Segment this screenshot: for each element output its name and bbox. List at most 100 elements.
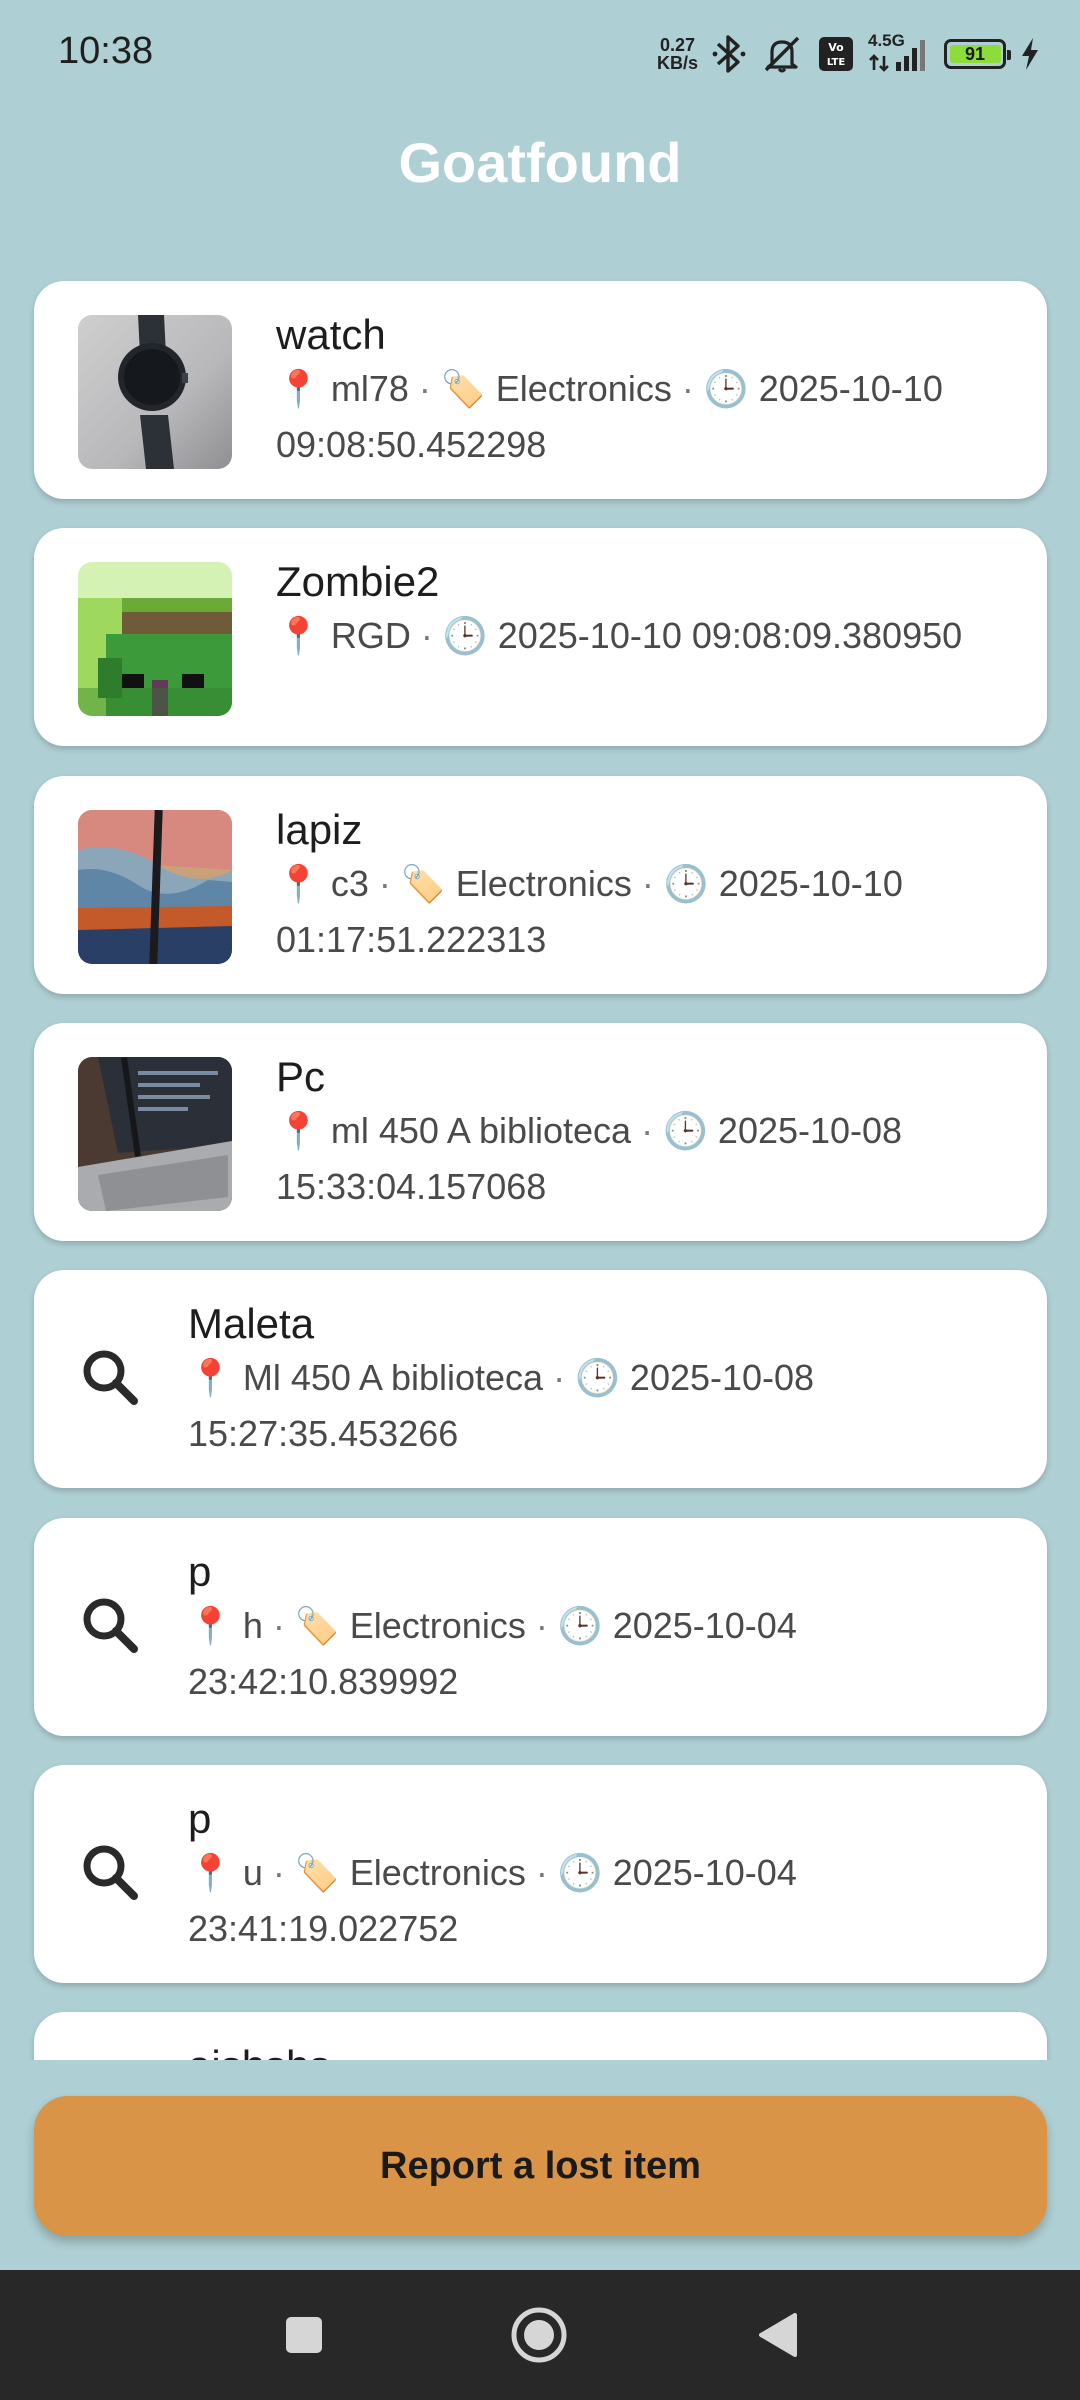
item-meta: 📍 u · 🏷️ Electronics · 🕒 2025-10-04 23:4… [188,1845,1007,1956]
clock-icon: 🕒 [575,1358,620,1399]
status-bar: 10:38 0.27 KB/s Vo LTE 4.5G 91 [0,0,1080,110]
item-category: Electronics [349,1605,526,1646]
status-time: 10:38 [58,30,154,72]
item-card-p-2[interactable]: p 📍 u · 🏷️ Electronics · 🕒 2025-10-04 23… [34,1765,1047,1983]
battery-level: 91 [964,43,986,64]
item-details: watch 📍 ml78 · 🏷️ Electronics · 🕒 2025-1… [276,309,1007,472]
item-name: p [188,1795,212,1842]
item-meta: 📍 RGD · 🕒 2025-10-10 09:08:09.380950 [276,608,1007,664]
location-pin-icon: 📍 [188,1606,233,1647]
item-card-maleta[interactable]: Maleta 📍 Ml 450 A biblioteca · 🕒 2025-10… [34,1270,1047,1488]
item-photo-watch [78,315,232,469]
search-icon [78,1840,144,1906]
item-card-watch[interactable]: watch 📍 ml78 · 🏷️ Electronics · 🕒 2025-1… [34,281,1047,499]
meta-separator: · [681,368,694,409]
battery-icon: 91 [944,39,1011,69]
item-details: Maleta 📍 Ml 450 A biblioteca · 🕒 2025-10… [188,1298,1007,1461]
item-location: ml 450 A biblioteca [330,1110,632,1151]
item-meta: 📍 h · 🏷️ Electronics · 🕒 2025-10-04 23:4… [188,1598,1007,1709]
item-location: u [242,1852,263,1893]
volte-icon: Vo LTE [819,37,853,71]
item-details: p 📍 h · 🏷️ Electronics · 🕒 2025-10-04 23… [188,1546,1007,1709]
back-triangle-icon[interactable] [745,2303,809,2367]
meta-separator: · [641,1110,654,1151]
meta-separator: · [272,1852,285,1893]
search-icon [78,1593,144,1659]
network-speed-unit: KB/s [656,53,698,73]
report-lost-item-button[interactable]: Report a lost item [34,2096,1047,2236]
status-icons: 0.27 KB/s Vo LTE 4.5G 91 [657,28,1040,80]
item-meta: 📍 ml 450 A biblioteca · 🕒 2025-10-08 15:… [276,1103,1007,1214]
item-location: ml78 [330,368,409,409]
charging-icon [1022,38,1038,70]
item-timestamp: 2025-10-10 09:08:09.380950 [497,615,963,656]
system-nav-bar [0,2270,1080,2400]
item-location: h [242,1605,263,1646]
signal-icon: 4.5G [868,31,930,74]
item-details: aishshs [188,2040,1007,2060]
item-category: Electronics [349,1852,526,1893]
clock-icon: 🕒 [663,864,709,905]
clock-icon: 🕒 [703,369,749,410]
item-name: Maleta [188,1300,315,1347]
item-name: watch [276,311,386,358]
item-card-pc[interactable]: Pc 📍 ml 450 A biblioteca · 🕒 2025-10-08 … [34,1023,1047,1241]
item-category: Electronics [455,863,632,904]
item-details: lapiz 📍 c3 · 🏷️ Electronics · 🕒 2025-10-… [276,804,1007,967]
meta-separator: · [535,1852,548,1893]
meta-separator: · [420,615,433,656]
item-details: Pc 📍 ml 450 A biblioteca · 🕒 2025-10-08 … [276,1051,1007,1214]
meta-separator: · [378,863,391,904]
item-card-lapiz[interactable]: lapiz 📍 c3 · 🏷️ Electronics · 🕒 2025-10-… [34,776,1047,994]
mute-icon [764,36,800,73]
item-name: p [188,1548,212,1595]
meta-separator: · [641,863,654,904]
category-tag-icon: 🏷️ [294,1853,340,1894]
item-details: p 📍 u · 🏷️ Electronics · 🕒 2025-10-04 23… [188,1793,1007,1956]
item-location: Ml 450 A biblioteca [242,1357,544,1398]
category-tag-icon: 🏷️ [400,864,446,905]
item-photo-pencil [78,810,232,964]
lost-items-list[interactable]: watch 📍 ml78 · 🏷️ Electronics · 🕒 2025-1… [0,270,1080,2060]
location-pin-icon: 📍 [276,1111,321,1152]
item-location: RGD [330,615,411,656]
item-meta: 📍 ml78 · 🏷️ Electronics · 🕒 2025-10-10 0… [276,361,1007,472]
location-pin-icon: 📍 [276,616,321,657]
item-card-zombie2[interactable]: Zombie2 📍 RGD · 🕒 2025-10-10 09:08:09.38… [34,528,1047,746]
network-speed: 0.27 KB/s [657,36,698,72]
item-name: lapiz [276,806,363,853]
recents-square-icon[interactable] [272,2303,336,2367]
location-pin-icon: 📍 [276,864,321,905]
item-details: Zombie2 📍 RGD · 🕒 2025-10-10 09:08:09.38… [276,556,1007,664]
category-tag-icon: 🏷️ [294,1606,340,1647]
clock-icon: 🕒 [442,616,488,657]
item-photo-laptop [78,1057,232,1211]
item-meta: 📍 c3 · 🏷️ Electronics · 🕒 2025-10-10 01:… [276,856,1007,967]
clock-icon: 🕒 [557,1606,603,1647]
network-speed-value: 0.27 [659,35,696,55]
item-category: Electronics [495,368,672,409]
meta-separator: · [272,1605,285,1646]
clock-icon: 🕒 [663,1111,708,1152]
svg-text:Vo: Vo [828,41,844,54]
item-card-partial[interactable]: aishshs [34,2012,1047,2060]
item-name: Zombie2 [276,558,440,605]
item-name: Pc [276,1053,326,1100]
item-location: c3 [330,863,369,904]
page-title: Goatfound [398,131,682,194]
home-circle-icon[interactable] [507,2303,571,2367]
search-icon [78,1345,144,1411]
location-pin-icon: 📍 [276,369,321,410]
meta-separator: · [553,1357,566,1398]
location-pin-icon: 📍 [188,1853,233,1894]
bluetooth-icon [712,35,746,73]
meta-separator: · [418,368,431,409]
item-photo-zombie [78,562,232,716]
item-name: aishshs [188,2040,1007,2060]
item-meta: 📍 Ml 450 A biblioteca · 🕒 2025-10-08 15:… [188,1350,1007,1461]
meta-separator: · [535,1605,548,1646]
item-card-p-1[interactable]: p 📍 h · 🏷️ Electronics · 🕒 2025-10-04 23… [34,1518,1047,1736]
category-tag-icon: 🏷️ [440,369,486,410]
clock-icon: 🕒 [557,1853,603,1894]
location-pin-icon: 📍 [188,1358,233,1399]
